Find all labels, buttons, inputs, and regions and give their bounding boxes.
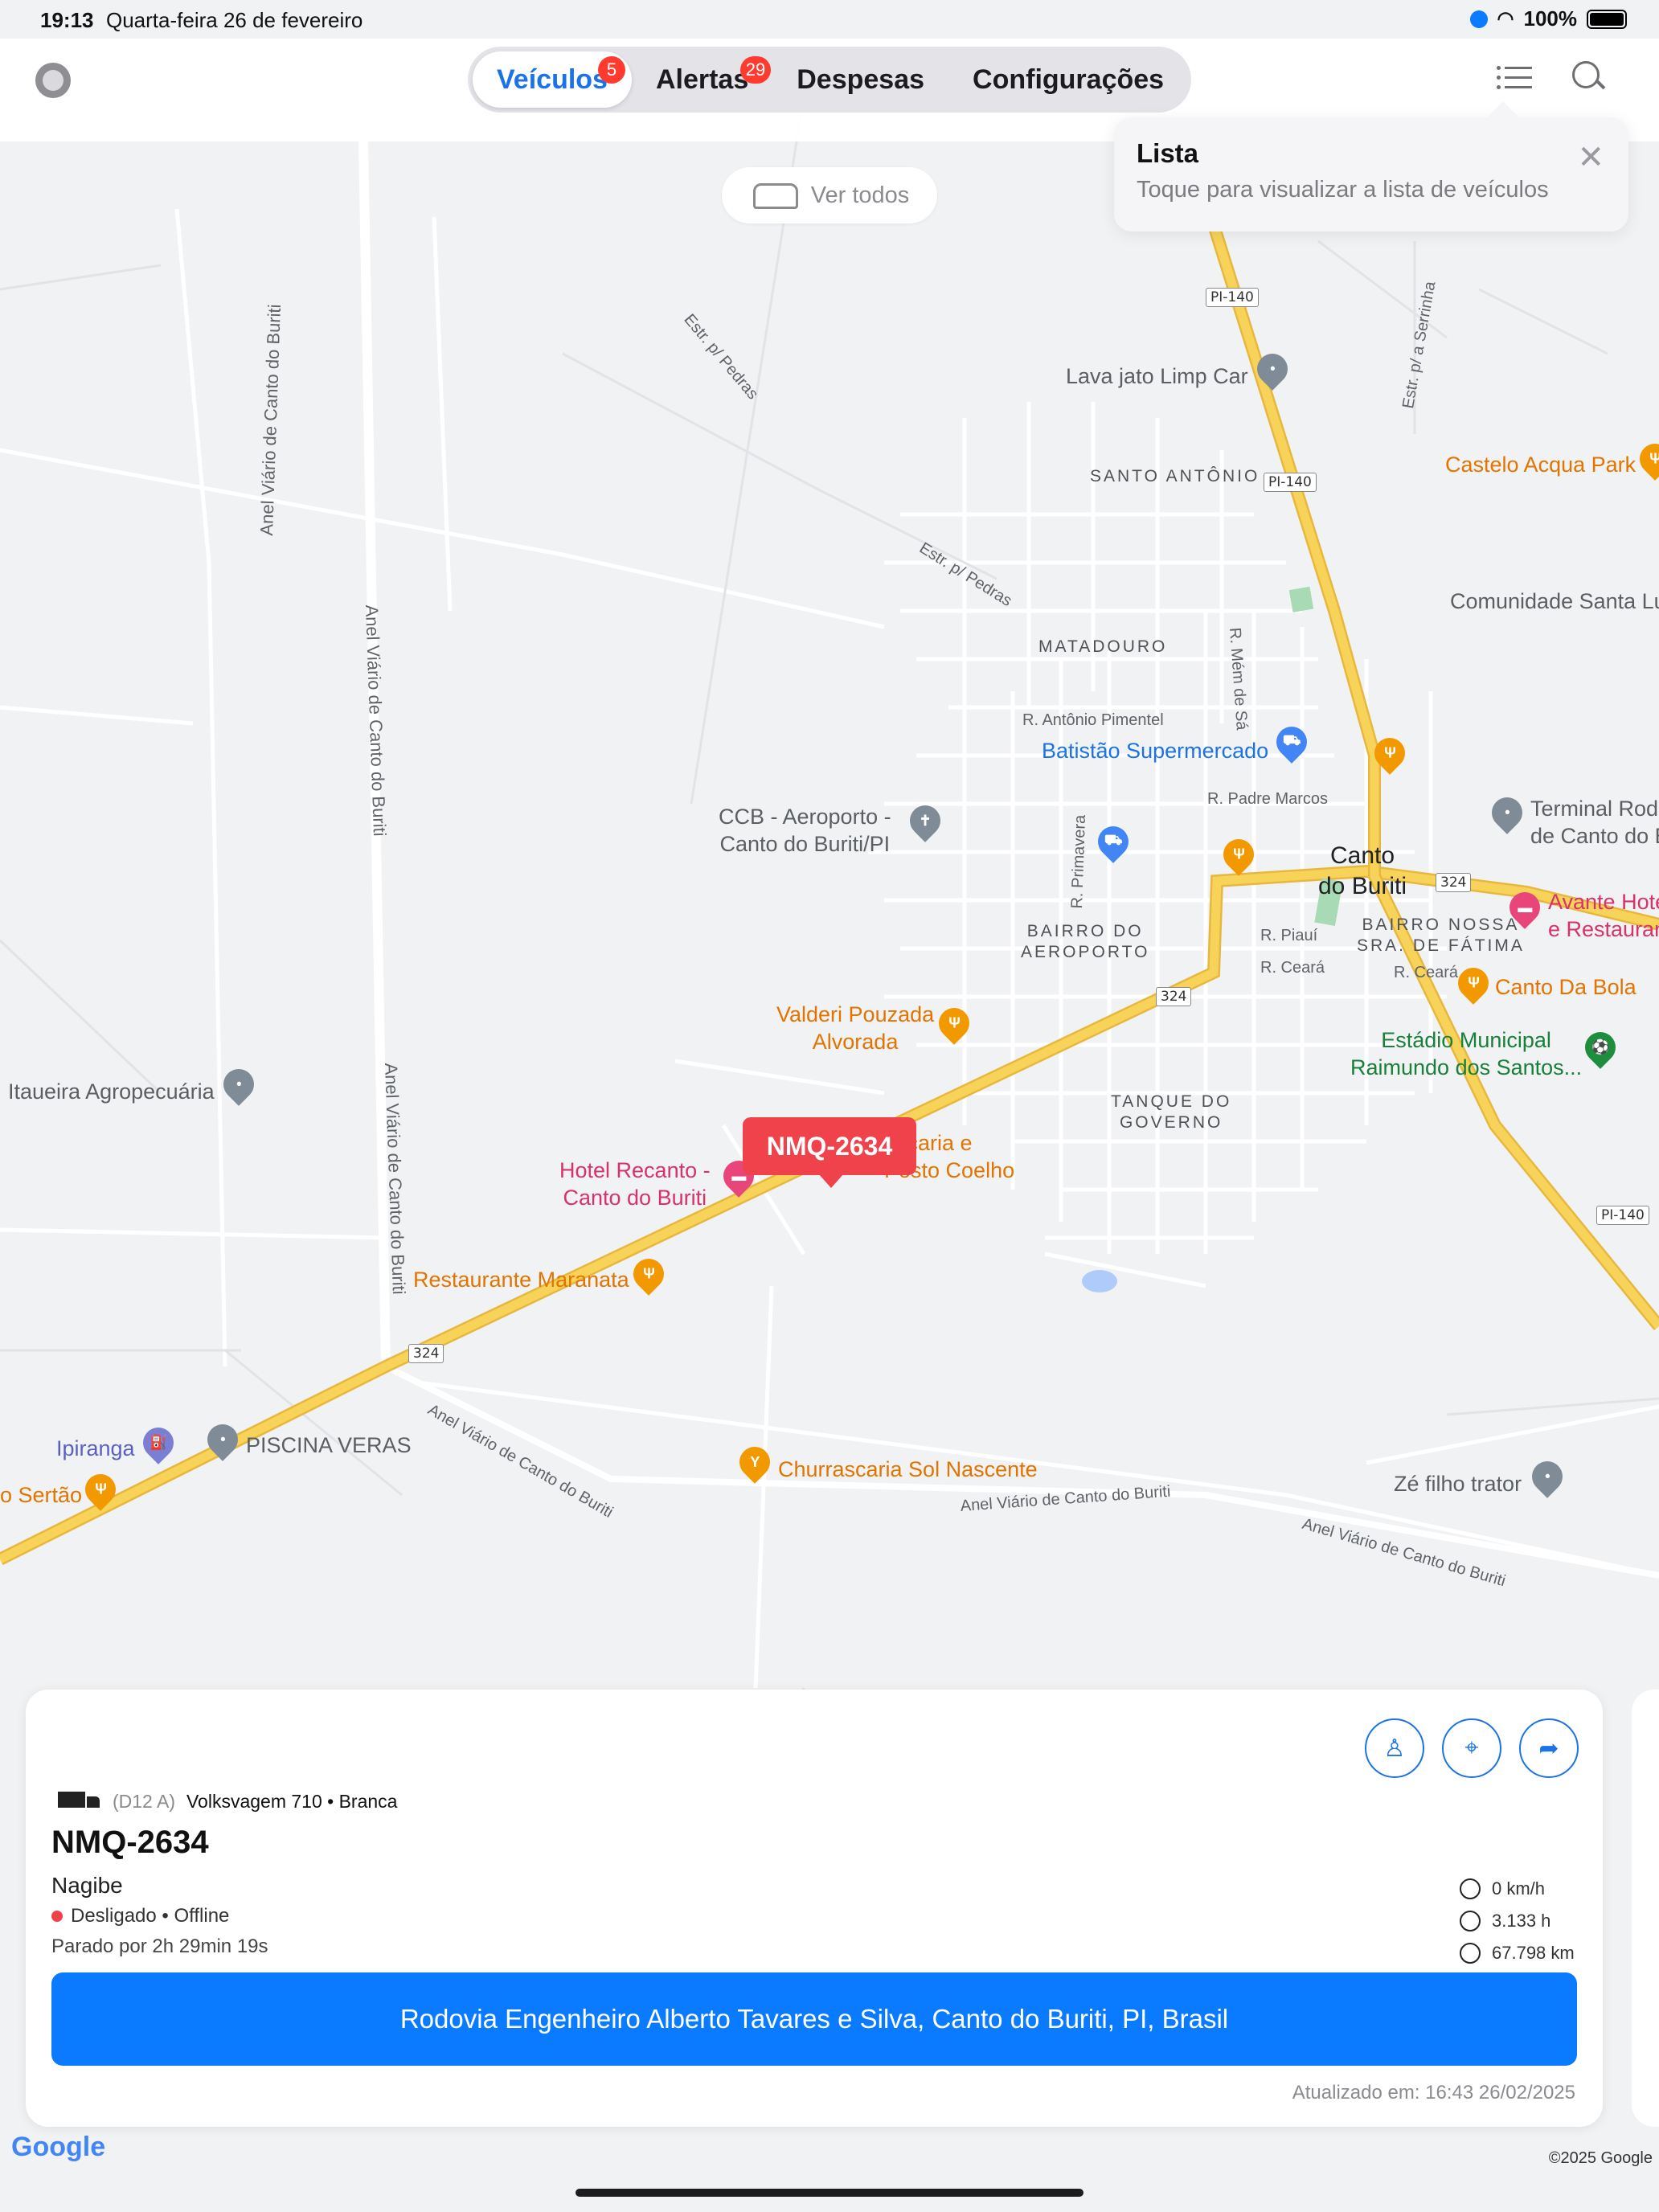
tab-alertas[interactable]: Alertas 29 (632, 51, 772, 108)
list-icon[interactable] (1497, 61, 1532, 93)
map-copyright: ©2025 Google (1548, 2149, 1653, 2167)
map-label-padre-marcos: R. Padre Marcos (1207, 790, 1329, 808)
road-shield: 324 (1156, 987, 1192, 1006)
main-tabs: Veículos 5 Alertas 29 Despesas Configura… (468, 47, 1191, 113)
next-vehicle-card[interactable] (1632, 1690, 1659, 2127)
ver-todos-button[interactable]: Ver todos (722, 167, 937, 223)
vehicle-marker[interactable]: NMQ-2634 (743, 1117, 916, 1188)
clock-icon (1460, 1911, 1481, 1931)
map-label-r-ceara-2: R. Ceará (1394, 964, 1459, 981)
home-indicator[interactable] (576, 2189, 1083, 2197)
map-label-valderi[interactable]: Valderi Pouzada Alvorada (776, 1002, 934, 1056)
map-label-comunidade[interactable]: Comunidade Santa Lu (1450, 588, 1659, 616)
address-button[interactable]: Rodovia Engenheiro Alberto Tavares e Sil… (51, 1972, 1577, 2066)
map-label-tanque: TANQUE DO GOVERNO (1111, 1092, 1232, 1133)
status-dot-icon (51, 1911, 63, 1922)
wifi-icon: ◠ (1497, 8, 1514, 30)
status-time: 19:13 (40, 8, 94, 32)
crosshair-icon: ⌖ (1464, 1735, 1479, 1761)
person-icon: ♙ (1383, 1735, 1406, 1762)
locate-button[interactable]: ⌖ (1442, 1718, 1501, 1778)
google-logo: Google (11, 2132, 106, 2162)
road-shield: PI-140 (1206, 288, 1259, 307)
map-label-santo-antonio: SANTO ANTÔNIO (1090, 467, 1260, 485)
vehicle-info-row: (D12 A) Volksvagem 710 • Branca (58, 1791, 397, 1813)
truck-icon (58, 1791, 101, 1813)
status-bar: 19:13 Quarta-feira 26 de fevereiro ◠ 100… (0, 0, 1659, 39)
odometer-icon (1460, 1943, 1481, 1964)
tab-label: Despesas (797, 63, 925, 95)
vehicle-card[interactable]: ♙ ⌖ ➦ (D12 A) Volksvagem 710 • Branca NM… (26, 1690, 1603, 2127)
veiculos-badge: 5 (597, 56, 625, 84)
map-label-terminal[interactable]: Terminal Rodo de Canto do B (1530, 796, 1659, 850)
map-label-antonio-pimentel: R. Antônio Pimentel (1022, 711, 1164, 729)
ver-todos-label: Ver todos (810, 182, 910, 208)
list-tooltip: Lista Toque para visualizar a lista de v… (1114, 117, 1628, 231)
alertas-badge: 29 (739, 56, 772, 84)
map-label-sertao[interactable]: o Sertão (0, 1482, 82, 1509)
status-date: Quarta-feira 26 de fevereiro (106, 8, 363, 32)
status-right: ◠ 100% (1469, 6, 1627, 31)
tab-label: Veículos (497, 63, 608, 95)
map-label-r-primavera: R. Primavera (1067, 814, 1090, 909)
vehicle-stats: 0 km/h 3.133 h 67.798 km (1460, 1873, 1575, 1969)
vehicle-model: Volksvagem 710 • Branca (186, 1791, 398, 1812)
map-label-piscina[interactable]: PISCINA VERAS (246, 1432, 412, 1460)
tab-configuracoes[interactable]: Configurações (948, 51, 1188, 108)
directions-button[interactable]: ➦ (1519, 1718, 1579, 1778)
map-label-ccb[interactable]: CCB - Aeroporto - Canto do Buriti/PI (719, 804, 891, 858)
speedometer-icon (1460, 1878, 1481, 1899)
road-shield: 324 (408, 1344, 444, 1363)
tab-despesas[interactable]: Despesas (772, 51, 948, 108)
close-icon[interactable]: ✕ (1577, 141, 1604, 174)
road-shield: PI-140 (1264, 473, 1317, 492)
road-shield: PI-140 (1596, 1206, 1649, 1225)
directions-icon: ➦ (1538, 1735, 1559, 1762)
map-label-avante[interactable]: Avante Hote e Restauran (1548, 889, 1659, 944)
map-label-r-piaui: R. Piauí (1260, 927, 1318, 944)
map-label-ipiranga[interactable]: Ipiranga (56, 1436, 135, 1463)
map-label-canto-da-bola[interactable]: Canto Da Bola (1495, 974, 1636, 1002)
map-label-matadouro: MATADOURO (1038, 637, 1168, 656)
map-label-bairro-fatima: BAIRRO NOSSA SRA. DE FÁTIMA (1357, 916, 1525, 956)
speed-value: 0 km/h (1492, 1878, 1546, 1899)
map-label-castelo[interactable]: Castelo Acqua Park (1445, 452, 1636, 479)
parked-time: Parado por 2h 29min 19s (51, 1936, 268, 1957)
tooltip-title: Lista (1137, 138, 1199, 168)
map-label-hotel-recanto[interactable]: Hotel Recanto - Canto do Buriti (559, 1157, 711, 1212)
map-label-maranata[interactable]: Restaurante Maranata (413, 1267, 629, 1294)
vehicle-plate: NMQ-2634 (51, 1825, 209, 1860)
map-label-sol-nascente[interactable]: Churrascaria Sol Nascente (778, 1456, 1038, 1484)
map-label-estadio[interactable]: Estádio Municipal Raimundo dos Santos... (1350, 1027, 1582, 1082)
map-label-batistao[interactable]: Batistão Supermercado (1042, 738, 1268, 765)
tab-label: Alertas (655, 63, 749, 95)
map-label-canto-do-buriti: Canto do Buriti (1318, 842, 1407, 899)
status-text: Desligado • Offline (71, 1905, 230, 1927)
updated-timestamp: Atualizado em: 16:43 26/02/2025 (1292, 2082, 1575, 2103)
battery-percent: 100% (1523, 6, 1578, 31)
odometer-value: 67.798 km (1492, 1943, 1575, 1963)
map-label-bairro-aeroporto: BAIRRO DO AEROPORTO (1021, 922, 1150, 962)
person-button[interactable]: ♙ (1365, 1718, 1424, 1778)
tab-veiculos[interactable]: Veículos 5 (473, 51, 632, 108)
driver-name: Nagibe (51, 1873, 123, 1898)
car-icon (750, 183, 798, 209)
model-code: (D12 A) (113, 1791, 175, 1812)
map-label-r-ceara: R. Ceará (1260, 959, 1325, 977)
road-shield: 324 (1436, 873, 1472, 892)
map-label-lava-jato[interactable]: Lava jato Limp Car (1066, 363, 1248, 391)
search-icon[interactable] (1571, 59, 1606, 95)
globe-icon[interactable] (35, 63, 71, 98)
battery-icon (1587, 9, 1627, 29)
hours-value: 3.133 h (1492, 1911, 1551, 1931)
location-icon (1469, 10, 1488, 28)
tooltip-body: Toque para visualizar a lista de veículo… (1137, 177, 1549, 203)
tab-label: Configurações (973, 63, 1165, 95)
map-label-ze-filho[interactable]: Zé filho trator (1394, 1471, 1522, 1498)
map-label-itaueira[interactable]: Itaueira Agropecuária (8, 1079, 215, 1106)
vehicle-status: Desligado • Offline (51, 1905, 229, 1927)
